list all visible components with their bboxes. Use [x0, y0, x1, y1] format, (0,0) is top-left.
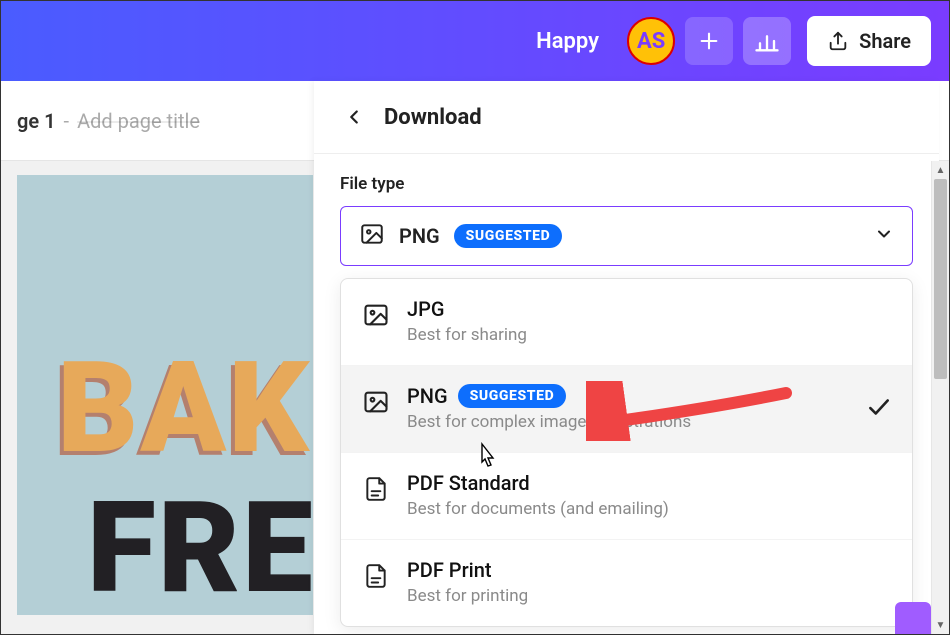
file-type-dropdown: JPG Best for sharing PNG SUGGESTED Best …: [340, 278, 913, 627]
back-button[interactable]: [340, 103, 368, 131]
option-name: JPG: [407, 297, 527, 321]
image-icon: [361, 297, 391, 329]
document-icon: [361, 471, 391, 503]
top-toolbar: Happy AS Share: [1, 1, 949, 81]
file-type-label: File type: [340, 174, 913, 194]
option-name: PDF Standard: [407, 471, 669, 495]
check-icon: [866, 394, 892, 424]
image-icon: [359, 221, 385, 251]
option-png[interactable]: PNG SUGGESTED Best for complex images, i…: [341, 366, 912, 453]
project-title[interactable]: Happy: [536, 29, 599, 54]
option-pdf-standard[interactable]: PDF Standard Best for documents (and ema…: [341, 453, 912, 540]
help-button-peek[interactable]: [895, 602, 931, 634]
option-desc: Best for printing: [407, 586, 528, 606]
scroll-down-arrow[interactable]: ▼: [932, 616, 949, 634]
image-icon: [361, 384, 391, 416]
file-type-select[interactable]: PNG SUGGESTED: [340, 206, 913, 266]
design-canvas[interactable]: BAK FRE: [17, 175, 313, 615]
bar-chart-icon: [753, 27, 781, 55]
upload-icon: [827, 30, 849, 52]
scroll-thumb[interactable]: [934, 179, 947, 379]
canvas-text-top: BAK: [57, 345, 311, 471]
page-title-placeholder[interactable]: Add page title: [77, 109, 200, 133]
vertical-scrollbar[interactable]: ▲ ▼: [931, 161, 949, 634]
file-type-value: PNG: [399, 224, 440, 248]
chevron-down-icon: [874, 224, 894, 248]
canvas-text-bottom: FRE: [87, 485, 313, 611]
suggested-badge: SUGGESTED: [458, 384, 567, 408]
suggested-badge: SUGGESTED: [454, 224, 563, 248]
add-member-button[interactable]: [685, 17, 733, 65]
page-indicator: ge 1: [17, 109, 56, 133]
share-button[interactable]: Share: [807, 16, 931, 66]
panel-title: Download: [384, 105, 482, 130]
option-desc: Best for sharing: [407, 325, 527, 345]
chevron-left-icon: [343, 106, 365, 128]
option-pdf-print[interactable]: PDF Print Best for printing: [341, 540, 912, 626]
option-desc: Best for complex images, illustrations: [407, 412, 691, 432]
avatar[interactable]: AS: [627, 17, 675, 65]
document-icon: [361, 558, 391, 590]
analytics-button[interactable]: [743, 17, 791, 65]
plus-icon: [698, 30, 720, 52]
option-name: PNG SUGGESTED: [407, 384, 691, 408]
option-desc: Best for documents (and emailing): [407, 499, 669, 519]
share-label: Share: [859, 29, 911, 53]
option-name: PDF Print: [407, 558, 528, 582]
download-panel: Download File type PNG SUGGESTED JPG Bes…: [314, 81, 939, 634]
option-jpg[interactable]: JPG Best for sharing: [341, 279, 912, 366]
scroll-up-arrow[interactable]: ▲: [932, 161, 949, 179]
